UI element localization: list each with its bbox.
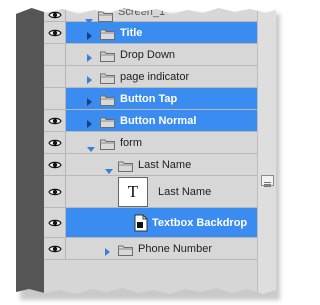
layer-row[interactable]: Button Normal (44, 110, 258, 132)
visibility-toggle[interactable] (44, 66, 66, 87)
layer-name: Last Name (158, 185, 212, 198)
visibility-toggle[interactable] (44, 176, 66, 207)
layer-row[interactable]: Last Name (44, 154, 258, 176)
folder-icon (100, 115, 115, 127)
eye-icon (48, 138, 62, 148)
layer-row[interactable]: form (44, 132, 258, 154)
layer-row[interactable]: Drop Down (44, 44, 258, 66)
layer-name: Drop Down (120, 48, 176, 61)
visibility-toggle[interactable] (44, 44, 66, 65)
layer-row[interactable]: page indicator (44, 66, 258, 88)
visibility-toggle[interactable] (44, 154, 66, 175)
layer-name: Button Tap (120, 92, 178, 105)
visibility-toggle[interactable] (44, 8, 66, 21)
eye-icon (48, 160, 62, 170)
layer-row[interactable]: Screen_1 (44, 8, 258, 22)
layer-name: Button Normal (120, 114, 197, 127)
layer-name: Screen_1 (118, 8, 166, 18)
triangle-right-icon[interactable] (104, 244, 111, 262)
grip-icon (262, 180, 273, 189)
visibility-toggle[interactable] (44, 22, 66, 43)
layer-name: Phone Number (138, 242, 212, 255)
folder-icon (100, 93, 115, 105)
visibility-toggle[interactable] (44, 208, 66, 237)
layers-panel: Screen_1 Title Drop Down page indicator Butt… (16, 8, 276, 294)
folder-icon (100, 71, 115, 83)
folder-icon (100, 137, 115, 149)
panel-left-bar (16, 8, 44, 294)
eye-icon (48, 218, 62, 228)
layer-name: page indicator (120, 70, 190, 83)
layer-row[interactable]: T Last Name (44, 176, 258, 208)
shape-layer-icon (134, 214, 148, 237)
eye-icon (48, 116, 62, 126)
layer-row[interactable]: Phone Number (44, 238, 258, 260)
layer-name: Title (120, 26, 143, 39)
layer-row[interactable]: Title (44, 22, 258, 44)
triangle-right-icon[interactable] (86, 28, 93, 46)
folder-icon (100, 49, 115, 61)
folder-icon (118, 159, 133, 171)
layer-name: Last Name (138, 158, 192, 171)
visibility-toggle[interactable] (44, 110, 66, 131)
visibility-toggle[interactable] (44, 88, 66, 109)
layer-row[interactable]: Button Tap (44, 88, 258, 110)
layer-row[interactable]: Textbox Backdrop (44, 208, 258, 238)
triangle-right-icon[interactable] (86, 72, 93, 90)
eye-icon (48, 10, 62, 20)
folder-icon (100, 27, 115, 39)
eye-icon (48, 187, 62, 197)
visibility-toggle[interactable] (44, 132, 66, 153)
layer-scroll-gutter[interactable] (257, 8, 276, 294)
folder-icon (118, 243, 133, 255)
layer-name: form (120, 136, 142, 149)
triangle-right-icon[interactable] (86, 116, 93, 134)
text-layer-icon: T (118, 177, 148, 207)
layer-name: Textbox Backdrop (152, 216, 248, 229)
eye-icon (48, 28, 62, 38)
triangle-right-icon[interactable] (86, 50, 93, 68)
text-layer-glyph: T (127, 182, 139, 201)
scroll-thumb[interactable] (261, 175, 274, 186)
folder-icon (98, 9, 113, 21)
eye-icon (48, 244, 62, 254)
triangle-right-icon[interactable] (86, 94, 93, 112)
visibility-toggle[interactable] (44, 238, 66, 259)
